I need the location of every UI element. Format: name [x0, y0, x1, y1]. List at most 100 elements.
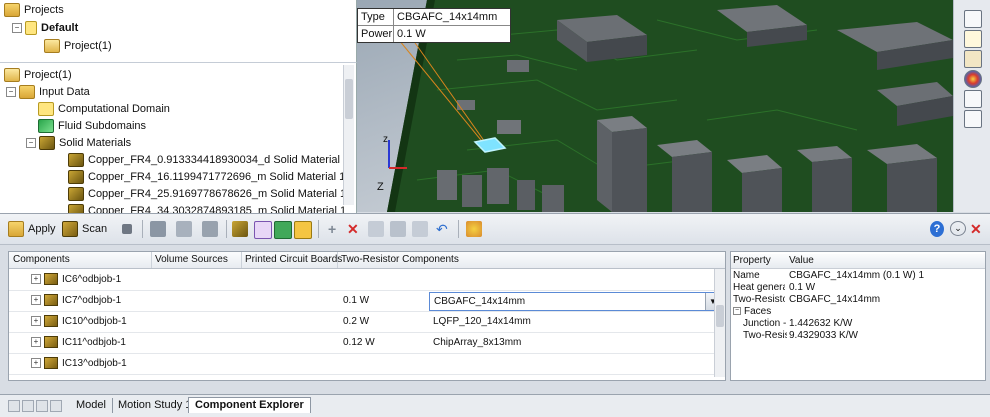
duplicate-icon[interactable]: [412, 221, 428, 237]
green-board-icon[interactable]: [274, 221, 292, 239]
tab-component-explorer[interactable]: Component Explorer: [188, 397, 311, 413]
first-tab-icon[interactable]: [8, 400, 20, 412]
table-row[interactable]: + IC11^odbjob-1 0.12 W ChipArray_8x13mm: [9, 333, 725, 354]
tooltip-type-value: CBGAFC_14x14mm: [397, 11, 498, 23]
undo-icon[interactable]: ↶: [436, 221, 448, 237]
bottom-tab-bar: Model Motion Study 1 Component Explorer: [0, 394, 990, 417]
svg-text:Z: Z: [377, 181, 384, 193]
toolbar-separator: [458, 220, 459, 238]
apply-icon: [8, 221, 24, 238]
expand-icon[interactable]: +: [31, 316, 41, 327]
scan-button[interactable]: Scan: [62, 221, 107, 238]
scrollbar-thumb[interactable]: [345, 79, 353, 119]
solid-material-icon: [39, 136, 55, 151]
expand-icon[interactable]: −: [733, 307, 741, 316]
component-type[interactable]: ChipArray_8x13mm: [429, 333, 521, 353]
property-row[interactable]: Name CBGAFC_14x14mm (0.1 W) 1: [731, 270, 985, 282]
view-orientation-icon[interactable]: [964, 10, 982, 28]
prev-tab-icon[interactable]: [22, 400, 34, 412]
table-row[interactable]: + IC13^odbjob-1: [9, 354, 725, 375]
component-explorer-toolbar: Apply Scan + ✕ ↶ ? ⌄ ✕: [0, 213, 990, 245]
collapse-panel-icon[interactable]: ⌄: [950, 221, 966, 236]
component-power: 0.2 W: [343, 316, 370, 327]
table-row[interactable]: + IC7^odbjob-1 0.1 W CBGAFC_14x14mm ▼: [9, 291, 725, 312]
component-icon[interactable]: [232, 221, 248, 237]
tree-node-projects[interactable]: Projects: [4, 2, 64, 18]
tooltip-type-label: Type: [358, 9, 394, 25]
property-row[interactable]: Two-Resistor CBGAFC_14x14mm: [731, 294, 985, 306]
component-tooltip: Type CBGAFC_14x14mm Power 0.1 W: [357, 8, 511, 43]
copy-icon[interactable]: [368, 221, 384, 237]
tree-scrollbar[interactable]: [343, 65, 354, 205]
collapse-icon[interactable]: −: [12, 23, 22, 34]
list-icon[interactable]: [964, 90, 982, 108]
close-icon[interactable]: ✕: [970, 221, 982, 237]
tree-node-project-root[interactable]: Project(1): [4, 67, 72, 83]
tree-node-computational-domain[interactable]: Computational Domain: [38, 101, 170, 117]
apply-button[interactable]: Apply: [8, 221, 56, 238]
settings-icon[interactable]: [466, 221, 482, 237]
tree-node-material[interactable]: Copper_FR4_0.913334418930034_d Solid Mat…: [68, 152, 349, 168]
collapse-icon[interactable]: −: [6, 87, 16, 98]
grid-scrollbar[interactable]: [714, 269, 725, 377]
property-row-faces[interactable]: − Faces: [731, 306, 985, 318]
tree-node-default[interactable]: − Default: [12, 20, 78, 36]
feature-tree: Project(1) − Input Data Computational Dom…: [0, 62, 357, 219]
expand-icon[interactable]: +: [31, 358, 41, 369]
two-resistor-select[interactable]: CBGAFC_14x14mm ▼: [429, 292, 721, 311]
view-tools-bar: [953, 0, 990, 212]
folder-icon[interactable]: [964, 30, 982, 48]
color-wheel-icon[interactable]: [964, 70, 982, 88]
warning-icon[interactable]: [294, 221, 312, 239]
group-icon[interactable]: [150, 221, 166, 237]
grid-header: Components Volume Sources Printed Circui…: [9, 252, 725, 269]
property-row[interactable]: Two-Resis 9.4329033 K/W: [731, 330, 985, 342]
property-row[interactable]: Junction - 1.442632 K/W: [731, 318, 985, 330]
col-components[interactable]: Components: [9, 252, 152, 268]
toolbar-separator: [226, 220, 227, 238]
component-name: + IC11^odbjob-1: [27, 333, 126, 353]
component-name: + IC7^odbjob-1: [27, 291, 121, 311]
tab-model[interactable]: Model: [70, 398, 113, 413]
col-volume-sources[interactable]: Volume Sources: [151, 252, 242, 268]
stop-icon[interactable]: [122, 224, 132, 234]
last-tab-icon[interactable]: [50, 400, 62, 412]
paste-icon[interactable]: [390, 221, 406, 237]
col-printed-circuit-boards[interactable]: Printed Circuit Boards: [241, 252, 342, 268]
delete-icon[interactable]: ✕: [347, 221, 359, 237]
tooltip-power-value: 0.1 W: [397, 28, 426, 40]
expand-icon[interactable]: +: [31, 337, 41, 348]
fluid-icon: [38, 119, 54, 134]
display-pane-icon[interactable]: [964, 110, 982, 128]
tree-node-fluid-subdomains[interactable]: Fluid Subdomains: [38, 118, 146, 134]
toolbar-separator: [142, 220, 143, 238]
next-tab-icon[interactable]: [36, 400, 48, 412]
tree-node-material[interactable]: Copper_FR4_16.1199471772696_m Solid Mate…: [68, 169, 345, 185]
domain-icon: [38, 102, 54, 117]
group-icon: [25, 21, 37, 36]
scrollbar-thumb[interactable]: [716, 305, 724, 327]
tree-node-project-1[interactable]: Project(1): [44, 38, 112, 54]
filter-icon[interactable]: [254, 221, 272, 239]
tree-node-solid-materials[interactable]: − Solid Materials: [26, 135, 131, 151]
expand-icon[interactable]: +: [31, 274, 41, 285]
add-icon[interactable]: +: [328, 221, 336, 237]
solid-material-icon: [68, 187, 84, 202]
property-row[interactable]: Heat generat 0.1 W: [731, 282, 985, 294]
table-row[interactable]: + IC6^odbjob-1: [9, 270, 725, 291]
projects-tree: Projects − Default Project(1): [0, 0, 357, 62]
expand-icon[interactable]: +: [31, 295, 41, 306]
component-type[interactable]: LQFP_120_14x14mm: [429, 312, 531, 332]
col-two-resistor-components[interactable]: Two-Resistor Components: [337, 252, 711, 268]
appearance-icon[interactable]: [964, 50, 982, 68]
hierarchy-icon[interactable]: [202, 221, 218, 237]
collapse-icon[interactable]: −: [26, 138, 36, 149]
components-grid: Components Volume Sources Printed Circui…: [8, 251, 726, 381]
tree-node-material[interactable]: Copper_FR4_25.9169778678626_m Solid Mate…: [68, 186, 346, 202]
help-icon[interactable]: ?: [930, 221, 944, 237]
table-row[interactable]: + IC10^odbjob-1 0.2 W LQFP_120_14x14mm: [9, 312, 725, 333]
ungroup-icon[interactable]: [176, 221, 192, 237]
component-icon: [44, 336, 58, 349]
tree-node-input-data[interactable]: − Input Data: [6, 84, 90, 100]
tab-motion-study-1[interactable]: Motion Study 1: [112, 398, 199, 413]
